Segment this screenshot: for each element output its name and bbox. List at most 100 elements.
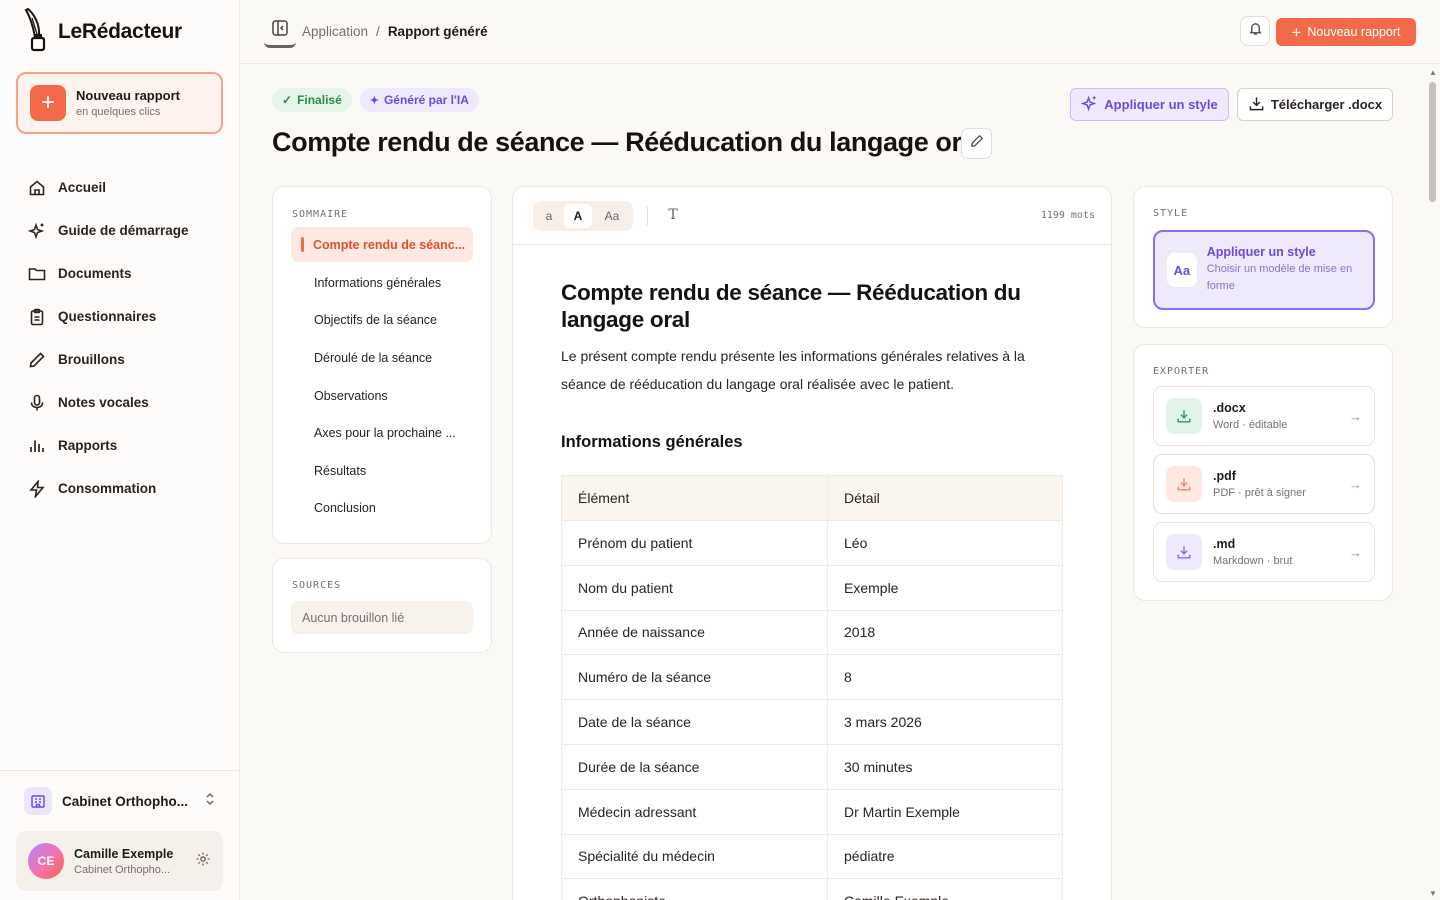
folder-icon [28,265,46,283]
export-format: .md [1213,537,1236,551]
notifications-button[interactable] [1240,16,1270,46]
word-count: 1199 mots [1040,210,1095,221]
table-cell: Spécialité du médecin [561,833,828,880]
clipboard-icon [28,308,46,326]
table-cell: Médecin adressant [561,788,828,835]
app-name: LeRédacteur [58,19,182,43]
sidebar-item-accueil[interactable]: Accueil [16,166,224,209]
size-medium-option[interactable]: A [564,204,592,228]
chevron-up-down-icon [204,791,216,812]
sidebar-item-questionnaires[interactable]: Questionnaires [16,295,224,338]
arrow-right-icon: → [1349,408,1362,424]
sidebar-item-documents[interactable]: Documents [16,252,224,295]
new-report-title: Nouveau rapport [76,88,181,103]
export-description: PDF · prêt à signer [1213,487,1306,499]
scroll-thumb[interactable] [1429,82,1436,202]
arrow-right-icon: → [1349,476,1362,492]
scroll-down-icon: ▼ [1429,889,1437,898]
table-row: Date de la séance 3 mars 2026 [561,699,1063,745]
sidebar-item-label: Accueil [58,180,107,195]
section-heading: Informations générales [561,433,743,451]
toc-item[interactable]: Informations générales [291,264,473,302]
table-row: Spécialité du médecin pédiatre [561,833,1063,880]
gear-icon[interactable] [195,851,211,872]
new-report-card[interactable]: + Nouveau rapport en quelques clics [16,72,223,134]
user-name: Camille Exemple [74,846,174,861]
apply-style-button[interactable]: Appliquer un style [1070,88,1229,121]
table-cell: Prénom du patient [561,520,828,566]
table-row: Numéro de la séance 8 [561,654,1063,701]
topbar: Application / Rapport généré + Nouveau r… [240,0,1440,64]
download-docx-button[interactable]: Télécharger .docx [1237,88,1393,121]
pencil-icon [970,134,984,153]
export-docx-button[interactable]: .docx Word · éditable → [1153,386,1375,446]
no-linked-draft: Aucun brouillon lié [291,601,473,634]
table-cell: 3 mars 2026 [827,699,1063,745]
new-report-subtitle: en quelques clics [76,106,161,118]
page-scrollbar[interactable]: ▲ ▼ [1426,66,1440,900]
document-editor: a A Aa T 1199 mots Compte rendu de séanc… [512,186,1112,900]
size-large-option[interactable]: Aa [594,204,630,228]
export-panel: EXPORTER .docx Word · éditable → .pdf PD… [1133,344,1393,601]
breadcrumb-parent[interactable]: Application [302,24,368,39]
edit-title-button[interactable] [961,128,992,159]
sidebar-item-consommation[interactable]: Consommation [16,467,224,510]
export-md-button[interactable]: .md Markdown · brut → [1153,522,1375,582]
table-cell: Camille Exemple [827,878,1063,900]
sidebar-item-guide[interactable]: Guide de démarrage [16,209,224,252]
breadcrumb-separator: / [376,24,380,39]
quill-logo-icon [24,6,50,57]
table-of-contents: Compte rendu de séanc... Informations gé… [291,227,473,527]
sparkles-icon [1080,95,1098,115]
new-report-button[interactable]: + Nouveau rapport [1276,18,1416,46]
apply-style-label: Appliquer un style [1104,97,1218,112]
toc-item[interactable]: Déroulé de la séance [291,339,473,377]
export-label: EXPORTER [1153,366,1210,377]
pencil-icon [28,351,46,369]
toc-item[interactable]: Observations [291,377,473,415]
app-logo[interactable]: LeRédacteur [24,6,182,57]
apply-style-option[interactable]: Aa Appliquer un style Choisir un modèle … [1153,230,1375,310]
microphone-icon [28,394,46,412]
table-row: Durée de la séance 30 minutes [561,743,1063,790]
sidebar-item-label: Rapports [58,438,118,453]
sidebar-item-label: Consommation [58,481,157,496]
status-badge: ✓ Finalisé [272,88,352,112]
user-card[interactable]: CE Camille Exemple Cabinet Orthopho... [16,831,223,891]
summary-label: SOMMAIRE [292,209,349,220]
document-intro: Le présent compte rendu présente les inf… [561,348,1025,392]
text-size-selector: a A Aa [533,201,633,231]
table-row: Nom du patient Exemple [561,564,1063,611]
text-style-icon: Aa [1167,253,1197,287]
sidebar-item-rapports[interactable]: Rapports [16,424,224,467]
table-cell: Exemple [827,564,1063,611]
sidebar-footer: Cabinet Orthopho... CE Camille Exemple C… [0,770,240,900]
table-cell: Année de naissance [561,609,828,656]
style-label: STYLE [1153,208,1189,219]
toc-item[interactable]: Axes pour la prochaine ... [291,414,473,452]
ai-badge-label: Généré par l'IA [383,93,469,107]
home-icon [28,179,46,197]
export-pdf-button[interactable]: .pdf PDF · prêt à signer → [1153,454,1375,514]
org-name: Cabinet Orthopho... [62,793,188,809]
lightning-icon [28,479,46,498]
toc-item[interactable]: Objectifs de la séance [291,302,473,340]
size-small-option[interactable]: a [536,204,562,228]
editor-content[interactable]: Compte rendu de séance — Rééducation du … [561,279,1065,900]
sidebar-item-brouillons[interactable]: Brouillons [16,338,224,381]
toc-item[interactable]: Conclusion [291,490,473,528]
table-cell: Durée de la séance [561,743,828,790]
sidebar-item-label: Guide de démarrage [58,223,189,238]
table-cell: pédiatre [827,833,1063,880]
scroll-up-icon: ▲ [1429,68,1437,77]
editor-toolbar: a A Aa T 1199 mots [513,187,1111,245]
org-switcher[interactable]: Cabinet Orthopho... [24,785,216,817]
sidebar-toggle-button[interactable] [264,16,296,48]
toc-item[interactable]: Résultats [291,452,473,490]
toc-item-active[interactable]: Compte rendu de séanc... [291,227,473,262]
user-org: Cabinet Orthopho... [74,863,171,876]
table-header-cell: Détail [827,475,1063,521]
font-button[interactable]: T [663,205,683,225]
sidebar-item-notes-vocales[interactable]: Notes vocales [16,381,224,424]
table-cell: 30 minutes [827,743,1063,790]
